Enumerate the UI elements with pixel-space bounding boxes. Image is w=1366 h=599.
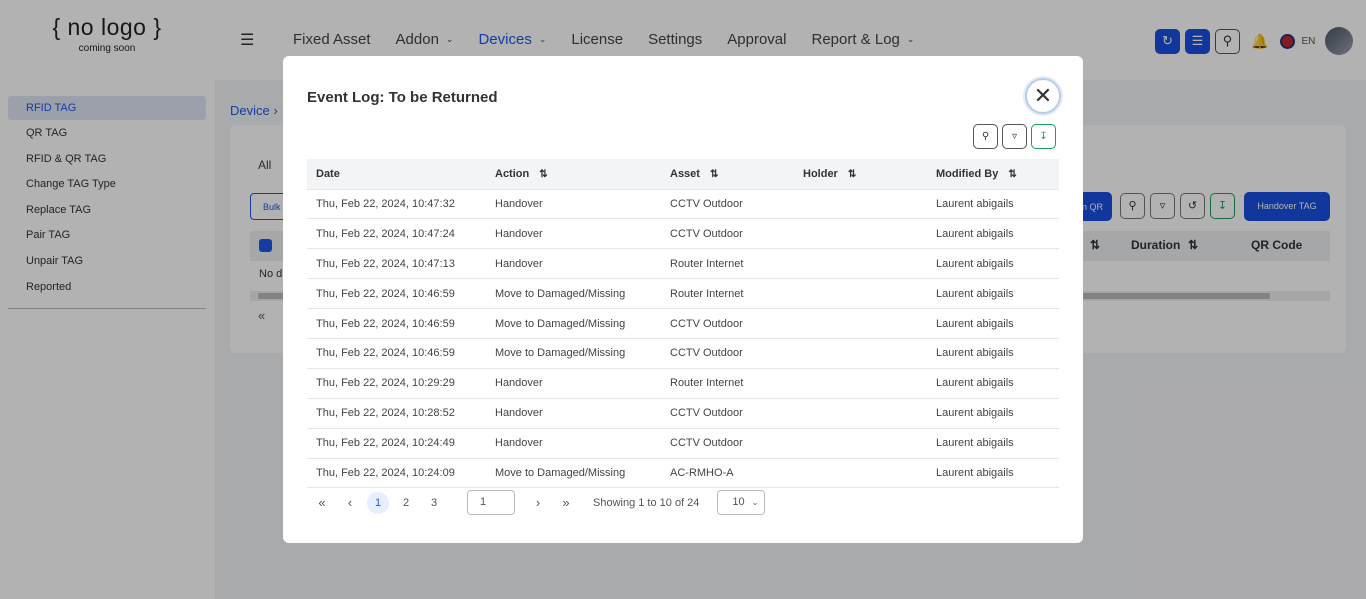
cell-holder bbox=[794, 367, 927, 399]
cell-asset: CCTV Outdoor bbox=[661, 397, 794, 429]
table-row[interactable]: Thu, Feb 22, 2024, 10:47:24 Handover CCTV … bbox=[307, 218, 1059, 249]
sort-icon[interactable]: ⇅ bbox=[848, 169, 856, 180]
cell-holder bbox=[794, 278, 927, 309]
cell-asset: Router Internet bbox=[661, 278, 794, 309]
cell-date: Thu, Feb 22, 2024, 10:46:59 bbox=[307, 278, 486, 309]
page-1-button[interactable]: 1 bbox=[367, 491, 389, 514]
event-log-modal: Event Log: To be Returned ✕ ⚲ ▿ ↧ Date A… bbox=[283, 56, 1083, 543]
column-label: Action bbox=[495, 167, 530, 180]
cell-action: Move to Damaged/Missing bbox=[486, 337, 661, 369]
cell-holder bbox=[794, 248, 927, 279]
first-page-icon[interactable]: « bbox=[311, 495, 333, 510]
cell-date: Thu, Feb 22, 2024, 10:46:59 bbox=[307, 337, 486, 369]
cell-holder bbox=[794, 308, 927, 339]
pagination: « ‹ 1 2 3 1 › » Showing 1 to 10 of 24 10… bbox=[311, 490, 766, 515]
download-icon[interactable]: ↧ bbox=[1031, 124, 1056, 149]
cell-modified-by: Laurent abigails bbox=[927, 337, 1059, 369]
column-label: Asset bbox=[670, 167, 700, 180]
cell-date: Thu, Feb 22, 2024, 10:47:24 bbox=[307, 218, 486, 249]
sort-icon[interactable]: ⇅ bbox=[1008, 169, 1016, 180]
cell-action: Move to Damaged/Missing bbox=[486, 278, 661, 309]
modal-tools: ⚲ ▿ ↧ bbox=[973, 124, 1056, 149]
column-action[interactable]: Action ⇅ bbox=[486, 159, 661, 189]
table-row[interactable]: Thu, Feb 22, 2024, 10:24:09 Move to Damag… bbox=[307, 457, 1059, 489]
table-row[interactable]: Thu, Feb 22, 2024, 10:46:59 Move to Damag… bbox=[307, 337, 1059, 369]
cell-asset: Router Internet bbox=[661, 248, 794, 279]
column-holder[interactable]: Holder ⇅ bbox=[794, 159, 927, 189]
table-row[interactable]: Thu, Feb 22, 2024, 10:24:49 Handover CCTV … bbox=[307, 427, 1059, 459]
column-date: Date bbox=[307, 159, 486, 189]
cell-date: Thu, Feb 22, 2024, 10:24:49 bbox=[307, 427, 486, 459]
modal-title: Event Log: To be Returned bbox=[307, 89, 498, 106]
event-log-table: Date Action ⇅ Asset ⇅ Holder ⇅ Modified By ⇅… bbox=[307, 159, 1059, 489]
cell-modified-by: Laurent abigails bbox=[927, 248, 1059, 279]
page-size-select[interactable]: 10 ⌄ bbox=[717, 490, 766, 515]
search-icon[interactable]: ⚲ bbox=[973, 124, 998, 149]
cell-asset: AC-RMHO-A bbox=[661, 457, 794, 489]
page-number-input[interactable]: 1 bbox=[467, 490, 515, 515]
table-header-row: Date Action ⇅ Asset ⇅ Holder ⇅ Modified By ⇅ bbox=[307, 159, 1059, 189]
page-3-button[interactable]: 3 bbox=[423, 492, 445, 514]
cell-modified-by: Laurent abigails bbox=[927, 188, 1059, 219]
next-page-icon[interactable]: › bbox=[527, 495, 549, 510]
prev-page-icon[interactable]: ‹ bbox=[339, 495, 361, 510]
cell-holder bbox=[794, 218, 927, 249]
close-icon[interactable]: ✕ bbox=[1025, 78, 1061, 114]
column-asset[interactable]: Asset ⇅ bbox=[661, 159, 794, 189]
chevron-down-icon: ⌄ bbox=[751, 498, 759, 507]
cell-asset: CCTV Outdoor bbox=[661, 188, 794, 219]
cell-holder bbox=[794, 337, 927, 369]
cell-asset: CCTV Outdoor bbox=[661, 308, 794, 339]
cell-action: Handover bbox=[486, 218, 661, 249]
page-2-button[interactable]: 2 bbox=[395, 492, 417, 514]
table-row[interactable]: Thu, Feb 22, 2024, 10:29:29 Handover Route… bbox=[307, 367, 1059, 399]
cell-asset: Router Internet bbox=[661, 367, 794, 399]
sort-icon[interactable]: ⇅ bbox=[539, 169, 547, 180]
cell-date: Thu, Feb 22, 2024, 10:47:32 bbox=[307, 188, 486, 219]
filter-icon[interactable]: ▿ bbox=[1002, 124, 1027, 149]
cell-date: Thu, Feb 22, 2024, 10:29:29 bbox=[307, 367, 486, 399]
cell-modified-by: Laurent abigails bbox=[927, 278, 1059, 309]
cell-modified-by: Laurent abigails bbox=[927, 397, 1059, 429]
table-row[interactable]: Thu, Feb 22, 2024, 10:46:59 Move to Damag… bbox=[307, 278, 1059, 309]
table-row[interactable]: Thu, Feb 22, 2024, 10:47:32 Handover CCTV … bbox=[307, 188, 1059, 219]
cell-action: Move to Damaged/Missing bbox=[486, 308, 661, 339]
cell-action: Handover bbox=[486, 427, 661, 459]
sort-icon[interactable]: ⇅ bbox=[710, 169, 718, 180]
cell-action: Handover bbox=[486, 188, 661, 219]
cell-modified-by: Laurent abigails bbox=[927, 218, 1059, 249]
cell-holder bbox=[794, 427, 927, 459]
cell-asset: CCTV Outdoor bbox=[661, 337, 794, 369]
cell-holder bbox=[794, 397, 927, 429]
cell-asset: CCTV Outdoor bbox=[661, 218, 794, 249]
cell-date: Thu, Feb 22, 2024, 10:47:13 bbox=[307, 248, 486, 279]
pagination-info: Showing 1 to 10 of 24 bbox=[593, 496, 700, 509]
cell-modified-by: Laurent abigails bbox=[927, 308, 1059, 339]
cell-action: Handover bbox=[486, 367, 661, 399]
cell-modified-by: Laurent abigails bbox=[927, 367, 1059, 399]
column-label: Modified By bbox=[936, 167, 999, 180]
page-size-value: 10 bbox=[732, 496, 745, 508]
column-label: Date bbox=[316, 167, 340, 180]
table-row[interactable]: Thu, Feb 22, 2024, 10:47:13 Handover Route… bbox=[307, 248, 1059, 279]
cell-date: Thu, Feb 22, 2024, 10:28:52 bbox=[307, 397, 486, 429]
column-modified-by[interactable]: Modified By ⇅ bbox=[927, 159, 1059, 189]
cell-action: Handover bbox=[486, 397, 661, 429]
cell-modified-by: Laurent abigails bbox=[927, 427, 1059, 459]
column-label: Holder bbox=[803, 167, 838, 180]
cell-holder bbox=[794, 457, 927, 489]
cell-asset: CCTV Outdoor bbox=[661, 427, 794, 459]
cell-action: Move to Damaged/Missing bbox=[486, 457, 661, 489]
cell-modified-by: Laurent abigails bbox=[927, 457, 1059, 489]
table-row[interactable]: Thu, Feb 22, 2024, 10:46:59 Move to Damag… bbox=[307, 308, 1059, 339]
cell-holder bbox=[794, 188, 927, 219]
last-page-icon[interactable]: » bbox=[555, 495, 577, 510]
cell-action: Handover bbox=[486, 248, 661, 279]
table-row[interactable]: Thu, Feb 22, 2024, 10:28:52 Handover CCTV … bbox=[307, 397, 1059, 429]
cell-date: Thu, Feb 22, 2024, 10:24:09 bbox=[307, 457, 486, 489]
cell-date: Thu, Feb 22, 2024, 10:46:59 bbox=[307, 308, 486, 339]
